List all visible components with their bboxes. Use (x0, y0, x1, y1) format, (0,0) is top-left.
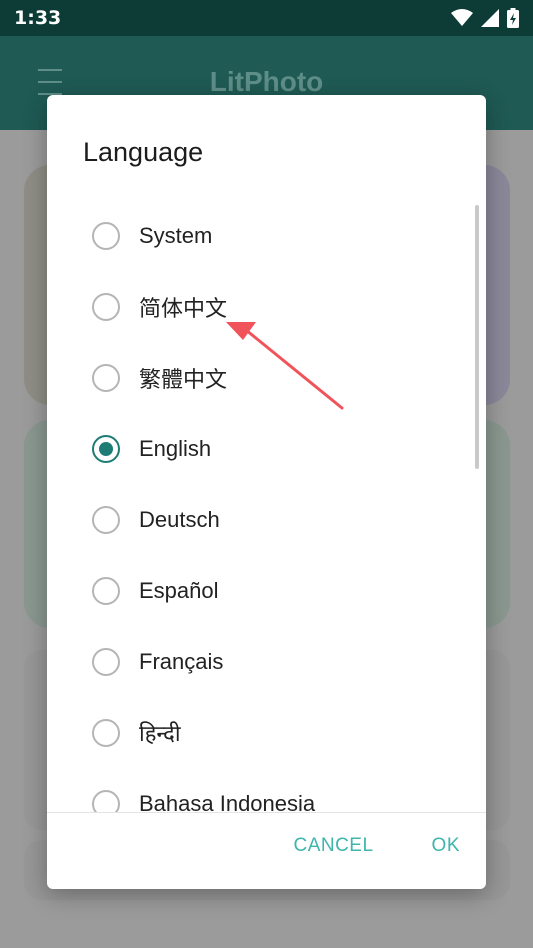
status-time: 1:33 (14, 7, 62, 29)
language-option[interactable]: System (47, 200, 486, 271)
ok-button[interactable]: OK (432, 835, 460, 857)
language-option[interactable]: Español (47, 555, 486, 626)
radio-button[interactable] (92, 718, 120, 747)
wifi-icon (451, 9, 473, 26)
radio-button[interactable] (92, 363, 120, 392)
language-option-label: Deutsch (139, 506, 220, 532)
language-option[interactable]: 繁體中文 (47, 342, 486, 413)
status-bar: 1:33 (0, 0, 533, 36)
app-title: LitPhoto (209, 66, 324, 97)
language-option[interactable]: 简体中文 (47, 271, 486, 342)
radio-button[interactable] (92, 221, 120, 250)
language-option-label: Español (139, 577, 219, 603)
dialog-title: Language (83, 137, 204, 167)
language-option-label: English (139, 435, 212, 461)
language-option-label: 简体中文 (139, 295, 228, 321)
signal-icon (481, 9, 499, 27)
radio-button[interactable] (92, 647, 120, 676)
radio-button[interactable] (92, 292, 120, 321)
status-icons (451, 8, 519, 28)
language-option[interactable]: Deutsch (47, 484, 486, 555)
divider (47, 812, 486, 813)
language-option[interactable]: हिन्दी (47, 697, 486, 768)
radio-button[interactable] (92, 505, 120, 534)
cancel-button[interactable]: CANCEL (293, 835, 373, 857)
dialog-actions: CANCEL OK (293, 835, 460, 857)
language-option-label: Français (139, 648, 224, 674)
language-options-list[interactable]: System 简体中文 繁體中文 English Deutsch Español… (47, 200, 486, 812)
language-dialog: Language System 简体中文 繁體中文 English Deutsc… (47, 95, 486, 889)
language-option[interactable]: English (47, 413, 486, 484)
language-option-label: System (139, 222, 213, 248)
battery-charging-icon (507, 8, 519, 28)
language-option-label: 繁體中文 (139, 366, 228, 392)
scrollbar[interactable] (475, 205, 479, 469)
radio-button[interactable] (92, 789, 120, 812)
language-option[interactable]: Français (47, 626, 486, 697)
language-option-label: Bahasa Indonesia (139, 790, 316, 813)
radio-button[interactable] (92, 576, 120, 605)
radio-button-selected[interactable] (92, 434, 120, 463)
language-option-label: हिन्दी (139, 720, 181, 746)
language-option[interactable]: Bahasa Indonesia (47, 768, 486, 812)
